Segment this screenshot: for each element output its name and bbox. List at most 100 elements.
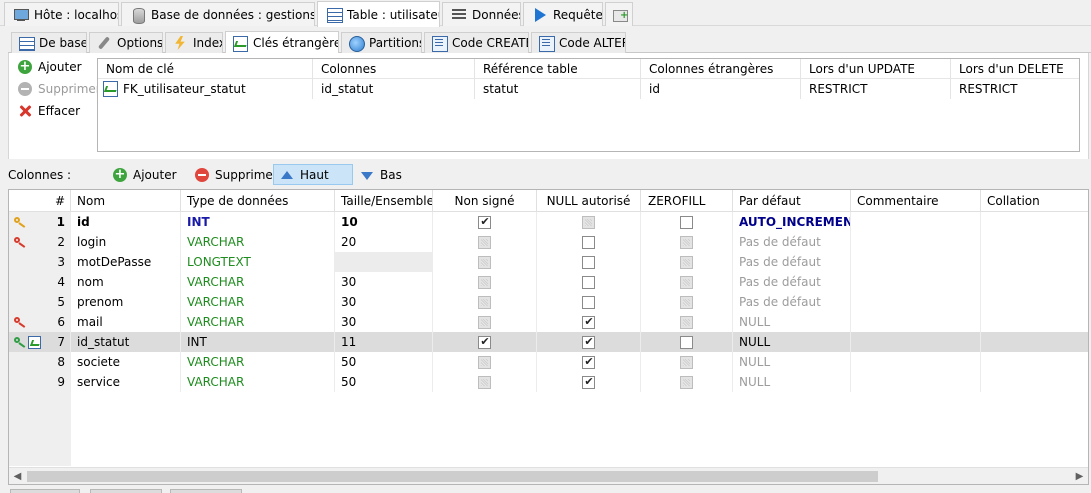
move-up-button[interactable]: Haut [273,164,353,185]
fk-cell-on-delete[interactable]: RESTRICT [951,79,1079,99]
cell-zerofill-checkbox[interactable] [680,256,693,269]
cell-data-type[interactable]: VARCHAR [181,372,335,392]
fk-header-reference-table[interactable]: Référence table [475,59,641,79]
cell-collation[interactable] [981,292,1088,312]
remove-foreign-key-button[interactable]: Supprimer [17,80,101,98]
table-row[interactable]: 7 id_statut INT 11 ✔ ✔ NULL [9,332,1088,352]
cell-comment[interactable] [851,312,981,332]
cell-collation[interactable] [981,352,1088,372]
tab-partitions[interactable]: Partitions [341,32,422,53]
cell-size[interactable]: 30 [335,292,433,312]
cell-unsigned-checkbox[interactable]: ✔ [478,335,491,349]
cell-unsigned-checkbox[interactable] [478,356,491,369]
cell-row-number[interactable]: 1 [9,212,71,232]
cell-zerofill[interactable] [641,332,733,352]
cell-zerofill-checkbox[interactable] [680,356,693,369]
cell-row-number[interactable]: 9 [9,372,71,392]
header-default[interactable]: Par défaut [733,190,851,212]
cell-collation[interactable] [981,232,1088,252]
cell-default[interactable]: Pas de défaut [733,252,851,272]
cell-zerofill-checkbox[interactable] [680,376,693,389]
cell-row-number[interactable]: 5 [9,292,71,312]
tab-foreign-keys[interactable]: Clés étrangères [225,31,339,54]
cell-comment[interactable] [851,292,981,312]
cell-name[interactable]: id_statut [71,332,181,352]
cell-unsigned-checkbox[interactable]: ✔ [478,215,491,229]
tab-basic[interactable]: De base [11,32,87,53]
cell-nullable-checkbox[interactable] [582,296,595,309]
tab-database[interactable]: Base de données : gestionstock [121,2,315,26]
cell-default[interactable]: NULL [733,332,851,352]
cell-nullable-checkbox[interactable] [582,236,595,249]
header-name[interactable]: Nom [71,190,181,212]
cell-collation[interactable] [981,212,1088,232]
cell-name[interactable]: login [71,232,181,252]
cell-size[interactable] [335,252,433,272]
cell-collation[interactable] [981,372,1088,392]
cell-unsigned-checkbox[interactable] [478,376,491,389]
fk-cell-columns[interactable]: id_statut [313,79,475,99]
cell-name[interactable]: prenom [71,292,181,312]
cell-row-number[interactable]: 7 [9,332,71,352]
fk-header-columns[interactable]: Colonnes [313,59,475,79]
tab-host[interactable]: Hôte : localhost [4,2,119,26]
cell-row-number[interactable]: 8 [9,352,71,372]
cell-size[interactable]: 10 [335,212,433,232]
bottom-button-stub[interactable] [10,489,80,493]
cell-unsigned[interactable] [433,312,537,332]
tab-options[interactable]: Options [89,32,163,53]
header-collation[interactable]: Collation [981,190,1088,212]
header-unsigned[interactable]: Non signé [433,190,537,212]
foreign-key-row[interactable]: FK_utilisateur_statut id_statut statut i… [98,79,1079,99]
cell-comment[interactable] [851,232,981,252]
cell-name[interactable]: motDePasse [71,252,181,272]
cell-nullable-checkbox[interactable]: ✔ [582,355,595,369]
cell-zerofill-checkbox[interactable] [680,336,693,349]
header-size[interactable]: Taille/Ensemble [335,190,433,212]
cell-name[interactable]: nom [71,272,181,292]
cell-unsigned[interactable] [433,352,537,372]
cell-zerofill-checkbox[interactable] [680,236,693,249]
clear-foreign-keys-button[interactable]: Effacer [17,102,80,120]
scroll-right-icon[interactable]: ▶ [1071,468,1088,484]
cell-size[interactable]: 50 [335,372,433,392]
bottom-button-stub[interactable] [170,489,242,493]
tab-alter-code[interactable]: Code ALTER [531,32,626,53]
cell-unsigned-checkbox[interactable] [478,276,491,289]
cell-nullable[interactable]: ✔ [537,372,641,392]
cell-comment[interactable] [851,352,981,372]
cell-comment[interactable] [851,252,981,272]
cell-zerofill-checkbox[interactable] [680,216,693,229]
cell-zerofill[interactable] [641,372,733,392]
fk-header-on-update[interactable]: Lors d'un UPDATE [801,59,951,79]
cell-collation[interactable] [981,312,1088,332]
cell-unsigned[interactable] [433,252,537,272]
cell-zerofill[interactable] [641,272,733,292]
remove-column-button[interactable]: Supprimer [194,164,278,185]
table-row[interactable]: 5 prenom VARCHAR 30 Pas de défaut [9,292,1088,312]
cell-unsigned-checkbox[interactable] [478,316,491,329]
cell-unsigned[interactable] [433,292,537,312]
cell-default[interactable]: NULL [733,372,851,392]
cell-data-type[interactable]: INT [181,332,335,352]
tab-data[interactable]: Données [442,2,521,26]
cell-nullable-checkbox[interactable]: ✔ [582,335,595,349]
table-row[interactable]: 3 motDePasse LONGTEXT Pas de défaut [9,252,1088,272]
add-foreign-key-button[interactable]: Ajouter [17,58,82,76]
new-query-tab-button[interactable] [605,2,633,26]
scroll-left-icon[interactable]: ◀ [9,468,26,484]
cell-data-type[interactable]: VARCHAR [181,292,335,312]
horizontal-scrollbar[interactable]: ◀ ▶ [9,467,1088,484]
table-row[interactable]: 8 societe VARCHAR 50 ✔ NULL [9,352,1088,372]
header-comment[interactable]: Commentaire [851,190,981,212]
fk-header-key-name[interactable]: Nom de clé [98,59,313,79]
cell-default[interactable]: AUTO_INCREMENT [733,212,851,232]
cell-nullable[interactable] [537,252,641,272]
cell-size[interactable]: 30 [335,272,433,292]
fk-header-on-delete[interactable]: Lors d'un DELETE [951,59,1079,79]
tab-create-code[interactable]: Code CREATE [424,32,529,53]
cell-row-number[interactable]: 3 [9,252,71,272]
cell-unsigned[interactable]: ✔ [433,212,537,232]
cell-name[interactable]: mail [71,312,181,332]
add-column-button[interactable]: Ajouter [112,164,177,185]
